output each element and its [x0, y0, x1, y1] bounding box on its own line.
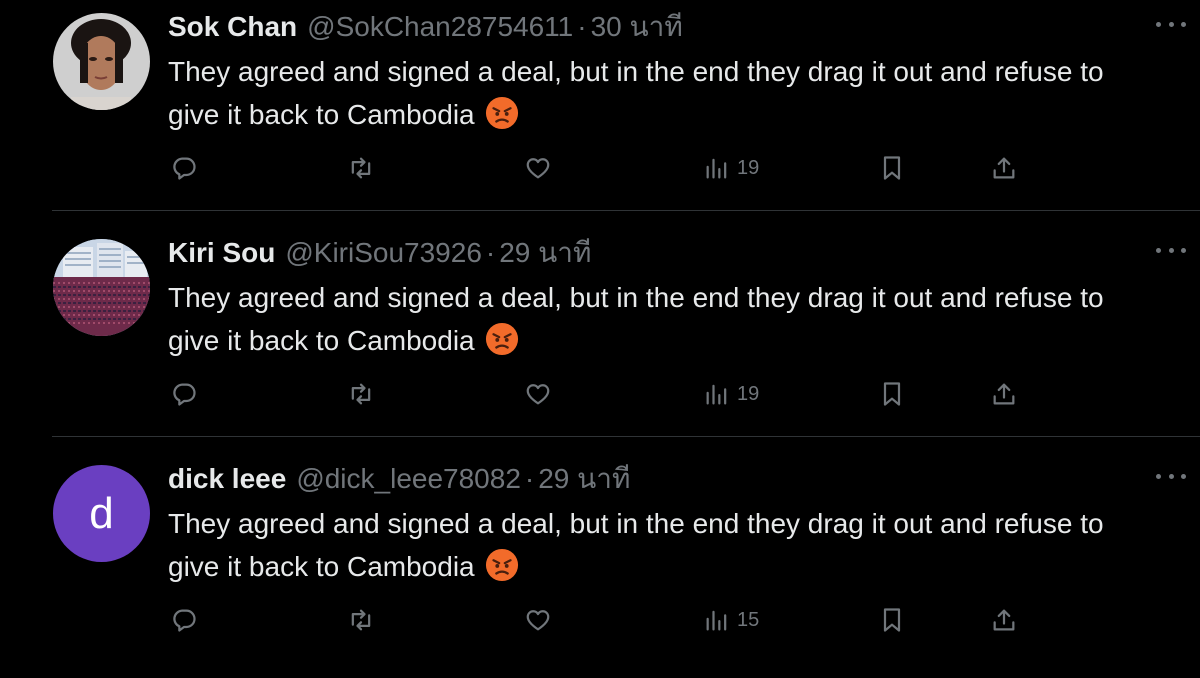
tweet-actions: 19	[0, 374, 1200, 414]
bookmark-icon	[883, 608, 901, 632]
separator-dot: ·	[485, 237, 496, 268]
timestamp[interactable]: 30 นาที	[591, 8, 683, 46]
retweet-button[interactable]	[347, 148, 375, 188]
avatar[interactable]	[53, 13, 150, 110]
views-count: 19	[737, 156, 760, 179]
avatar[interactable]	[53, 239, 150, 336]
avatar-photo-portrait	[53, 13, 150, 110]
reply-feed: Sok Chan @SokChan28754611 · 30 นาที They…	[0, 0, 1200, 672]
reply-icon	[173, 157, 196, 180]
user-handle[interactable]: @KiriSou73926	[285, 234, 482, 272]
views-icon	[706, 384, 727, 405]
timestamp[interactable]: 29 นาที	[499, 234, 591, 272]
like-button[interactable]	[524, 374, 552, 414]
tweet[interactable]: d dick leee @dick_leee78082 · 29 นาที Th…	[0, 452, 1200, 678]
tweet-text: They agreed and signed a deal, but in th…	[168, 502, 1128, 588]
like-button[interactable]	[524, 148, 552, 188]
separator-dot: ·	[577, 11, 587, 42]
tweet-header: Sok Chan @SokChan28754611 · 30 นาที	[168, 8, 683, 46]
tweet-header: dick leee @dick_leee78082 · 29 นาที	[168, 460, 630, 498]
like-icon	[526, 158, 550, 179]
views-button[interactable]: 19	[703, 374, 759, 414]
tweet[interactable]: Kiri Sou @KiriSou73926 · 29 นาที They ag…	[0, 226, 1200, 452]
share-icon	[993, 383, 1015, 405]
tweet-actions: 19	[0, 148, 1200, 188]
tweet-divider	[52, 210, 1200, 211]
tweet-text: They agreed and signed a deal, but in th…	[168, 50, 1128, 136]
avatar[interactable]: d	[53, 465, 150, 562]
angry-face-icon	[485, 322, 518, 356]
retweet-icon	[351, 157, 371, 179]
reply-icon	[173, 609, 196, 632]
more-icon[interactable]	[1156, 240, 1186, 260]
tweet-divider	[52, 436, 1200, 437]
display-name[interactable]: Kiri Sou	[168, 234, 275, 272]
avatar-photo-crowd	[53, 239, 150, 336]
avatar-letter: d	[89, 488, 114, 538]
angry-face-icon	[485, 96, 518, 130]
views-icon	[706, 610, 727, 631]
timestamp[interactable]: 29 นาที	[538, 460, 630, 498]
more-icon[interactable]	[1156, 466, 1186, 486]
tweet-text-content: They agreed and signed a deal, but in th…	[168, 508, 1104, 582]
share-button[interactable]	[990, 600, 1018, 640]
views-button[interactable]: 19	[703, 148, 759, 188]
reply-button[interactable]	[170, 374, 198, 414]
like-icon	[526, 384, 550, 405]
tweet-text: They agreed and signed a deal, but in th…	[168, 276, 1128, 362]
bookmark-icon	[883, 382, 901, 406]
user-handle[interactable]: @dick_leee78082	[296, 460, 521, 498]
share-button[interactable]	[990, 148, 1018, 188]
display-name[interactable]: dick leee	[168, 460, 286, 498]
like-button[interactable]	[524, 600, 552, 640]
share-icon	[993, 609, 1015, 631]
reply-icon	[173, 383, 196, 406]
separator-dot: ·	[524, 463, 535, 494]
tweet[interactable]: Sok Chan @SokChan28754611 · 30 นาที They…	[0, 0, 1200, 226]
display-name[interactable]: Sok Chan	[168, 8, 297, 46]
bookmark-button[interactable]	[878, 600, 906, 640]
share-icon	[993, 157, 1015, 179]
reply-button[interactable]	[170, 148, 198, 188]
more-icon[interactable]	[1156, 14, 1186, 34]
views-button[interactable]: 15	[703, 600, 759, 640]
bookmark-icon	[883, 156, 901, 180]
bookmark-button[interactable]	[878, 148, 906, 188]
tweet-header: Kiri Sou @KiriSou73926 · 29 นาที	[168, 234, 591, 272]
tweet-text-content: They agreed and signed a deal, but in th…	[168, 56, 1104, 130]
retweet-button[interactable]	[347, 374, 375, 414]
bookmark-button[interactable]	[878, 374, 906, 414]
views-icon	[706, 158, 727, 179]
views-count: 19	[737, 382, 760, 405]
like-icon	[526, 610, 550, 631]
tweet-actions: 15	[0, 600, 1200, 640]
angry-face-icon	[485, 548, 518, 582]
views-count: 15	[737, 608, 760, 631]
reply-button[interactable]	[170, 600, 198, 640]
retweet-icon	[351, 609, 371, 631]
tweet-text-content: They agreed and signed a deal, but in th…	[168, 282, 1104, 356]
retweet-button[interactable]	[347, 600, 375, 640]
retweet-icon	[351, 383, 371, 405]
user-handle[interactable]: @SokChan28754611	[307, 8, 573, 46]
share-button[interactable]	[990, 374, 1018, 414]
